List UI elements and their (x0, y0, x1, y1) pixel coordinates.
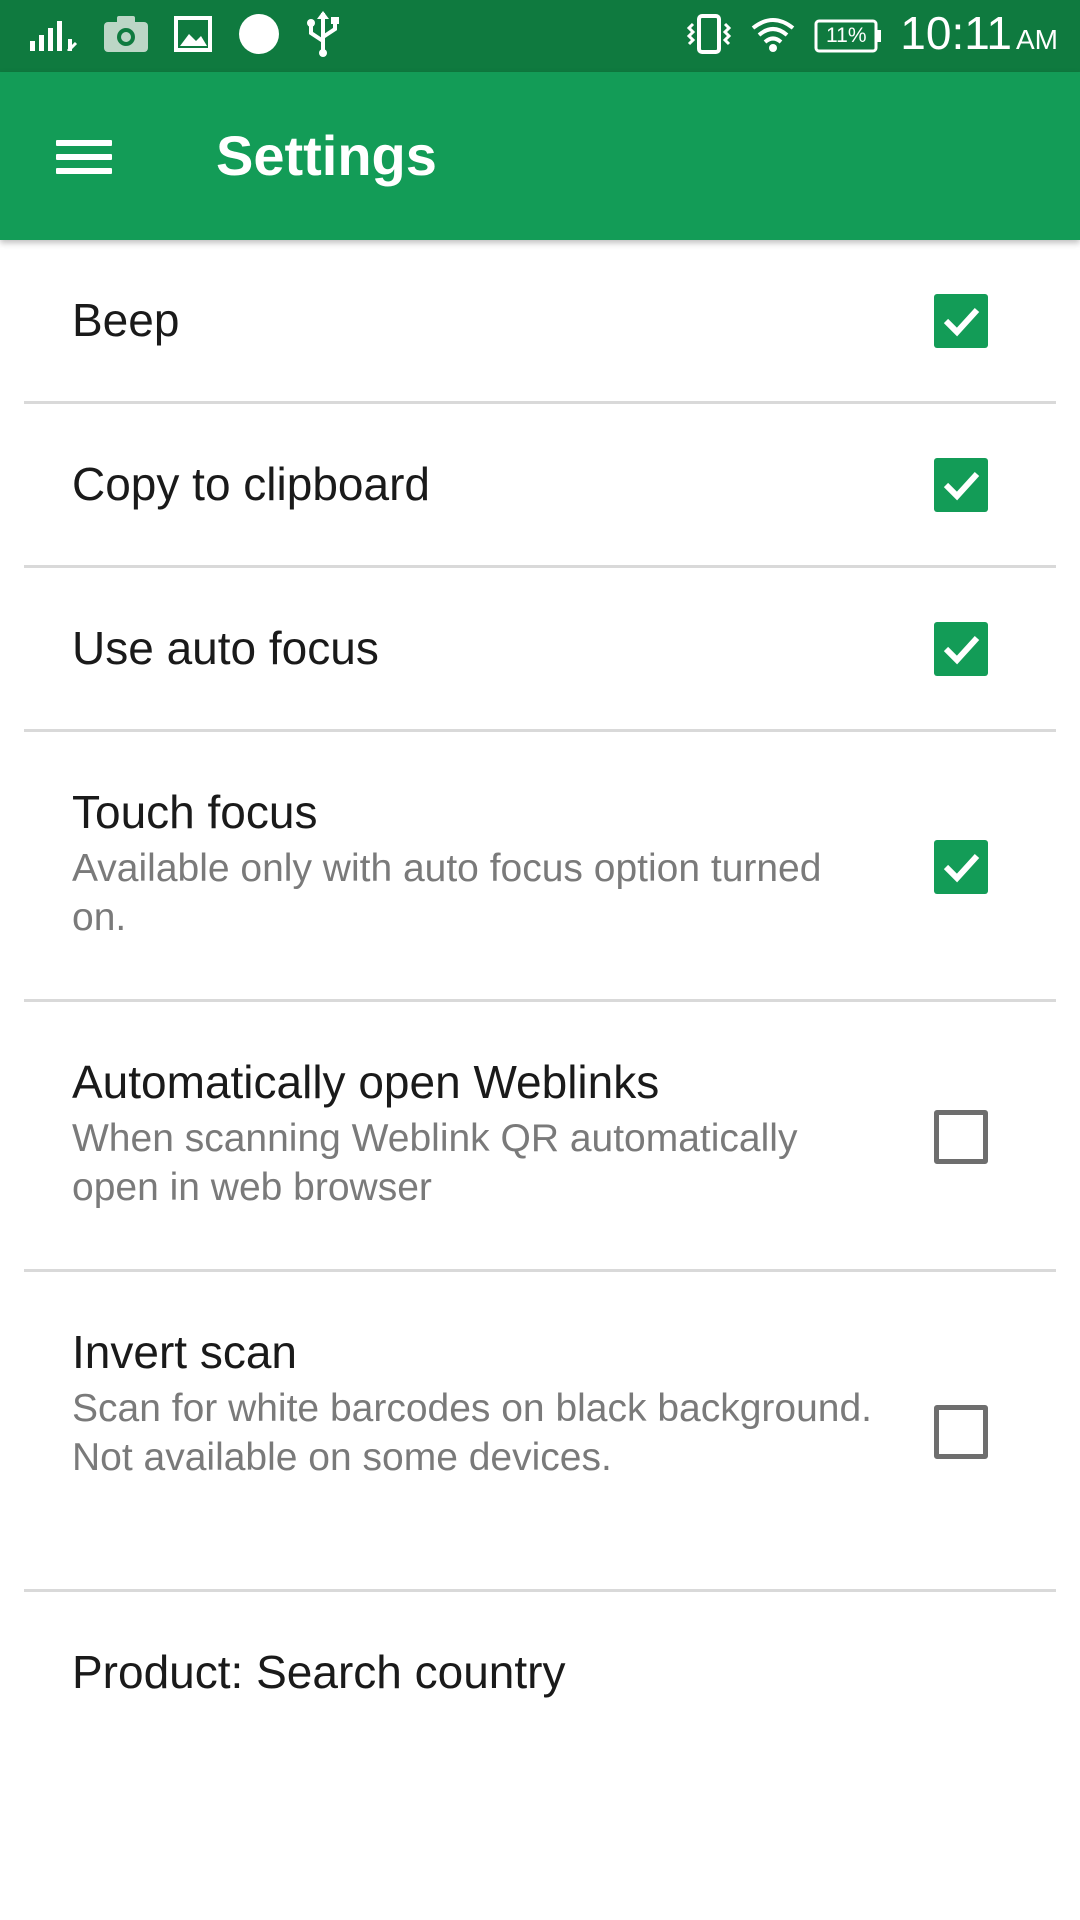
setting-copy-to-clipboard[interactable]: Copy to clipboard (24, 404, 1056, 568)
battery-icon: 11% (814, 19, 882, 53)
use-auto-focus-checkbox[interactable] (934, 622, 988, 676)
gallery-icon (174, 15, 212, 57)
setting-title: Product: Search country (72, 1646, 566, 1698)
setting-product-search-country[interactable]: Product: Search country (24, 1592, 1056, 1756)
camera-icon (104, 15, 148, 57)
automatically-open-weblinks-checkbox[interactable] (934, 1110, 988, 1164)
setting-beep[interactable]: Beep (24, 240, 1056, 404)
setting-title: Touch focus (72, 786, 318, 838)
circle-dot-icon (238, 13, 280, 60)
beep-checkbox[interactable] (934, 294, 988, 348)
setting-use-auto-focus[interactable]: Use auto focus (24, 568, 1056, 732)
check-icon (943, 307, 980, 337)
setting-touch-focus[interactable]: Touch focus Available only with auto foc… (24, 732, 1056, 1002)
clock-time: 10:11 (900, 6, 1012, 59)
copy-to-clipboard-checkbox[interactable] (934, 458, 988, 512)
setting-summary: Scan for white barcodes on black backgro… (72, 1387, 872, 1479)
check-icon (943, 471, 980, 501)
vibrate-icon (686, 13, 732, 59)
check-icon (943, 635, 980, 665)
setting-title: Invert scan (72, 1326, 297, 1378)
setting-title: Beep (72, 294, 180, 346)
check-icon (943, 853, 980, 883)
setting-title: Copy to clipboard (72, 458, 430, 510)
battery-percent: 11% (826, 24, 867, 47)
clock: 10:11 AM (900, 0, 1058, 76)
setting-summary: Available only with auto focus option tu… (72, 847, 822, 939)
setting-summary: When scanning Weblink QR automatically o… (72, 1117, 798, 1209)
status-right-icons: 11% 10:11 AM (686, 0, 1058, 72)
touch-focus-checkbox[interactable] (934, 840, 988, 894)
usb-icon (306, 10, 340, 62)
signal-icon (30, 17, 78, 56)
hamburger-icon (34, 114, 130, 198)
setting-automatically-open-weblinks[interactable]: Automatically open Weblinks When scannin… (24, 1002, 1056, 1272)
clock-ampm: AM (1016, 23, 1058, 55)
app-bar: Settings (0, 72, 1080, 240)
settings-list: Beep Copy to clipboard Use auto focus To… (0, 240, 1080, 1756)
invert-scan-checkbox[interactable] (934, 1405, 988, 1459)
menu-button[interactable] (34, 114, 130, 198)
status-bar: 11% 10:11 AM (0, 0, 1080, 72)
setting-invert-scan[interactable]: Invert scan Scan for white barcodes on b… (24, 1272, 1056, 1592)
page-title: Settings (216, 124, 437, 187)
status-left-icons (30, 0, 340, 72)
setting-title: Use auto focus (72, 622, 379, 674)
wifi-icon (750, 16, 796, 57)
setting-title: Automatically open Weblinks (72, 1056, 660, 1108)
